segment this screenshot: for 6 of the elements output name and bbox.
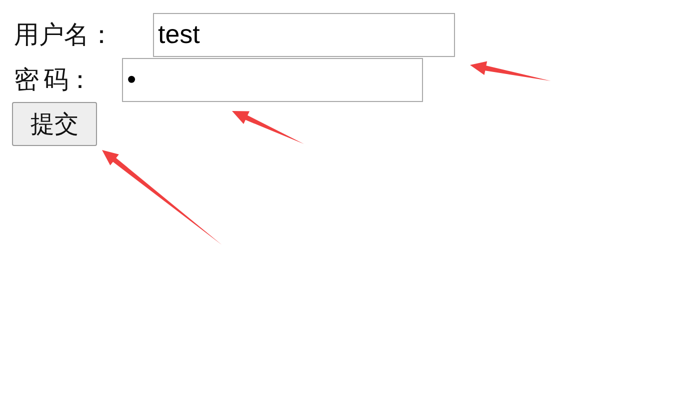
- input-field[interactable]: test: [153, 12, 455, 56]
- field-label: 密 码：: [14, 66, 92, 96]
- input-field[interactable]: •: [122, 58, 423, 102]
- submit-button[interactable]: 提交: [12, 102, 97, 146]
- field-label: 用户名：: [14, 21, 115, 51]
- annotation-arrow: [232, 111, 304, 144]
